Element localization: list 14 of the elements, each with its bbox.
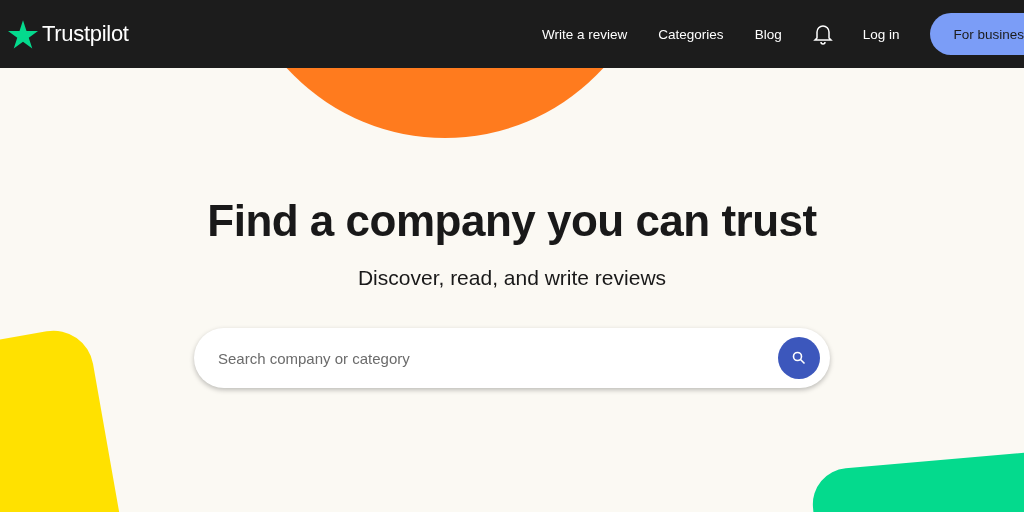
business-button[interactable]: For busines [930, 13, 1024, 55]
search-input[interactable]: Search company or category [216, 348, 778, 368]
nav-link[interactable]: Categories [658, 26, 724, 42]
search-icon [792, 351, 806, 365]
search-field[interactable]: Search company or category [194, 328, 830, 388]
login-link[interactable]: Log in [862, 26, 900, 42]
star-icon [8, 19, 38, 49]
search-button[interactable] [778, 337, 820, 379]
nav-link[interactable]: Write a review [542, 26, 628, 42]
hero-subtitle: Discover, read, and write reviews [357, 266, 667, 290]
hero-title: Find a company you can trust [207, 196, 817, 246]
bell-icon[interactable] [812, 23, 833, 45]
logo-text[interactable]: Trustpilot [42, 21, 129, 47]
nav-link[interactable]: Blog [754, 26, 782, 42]
